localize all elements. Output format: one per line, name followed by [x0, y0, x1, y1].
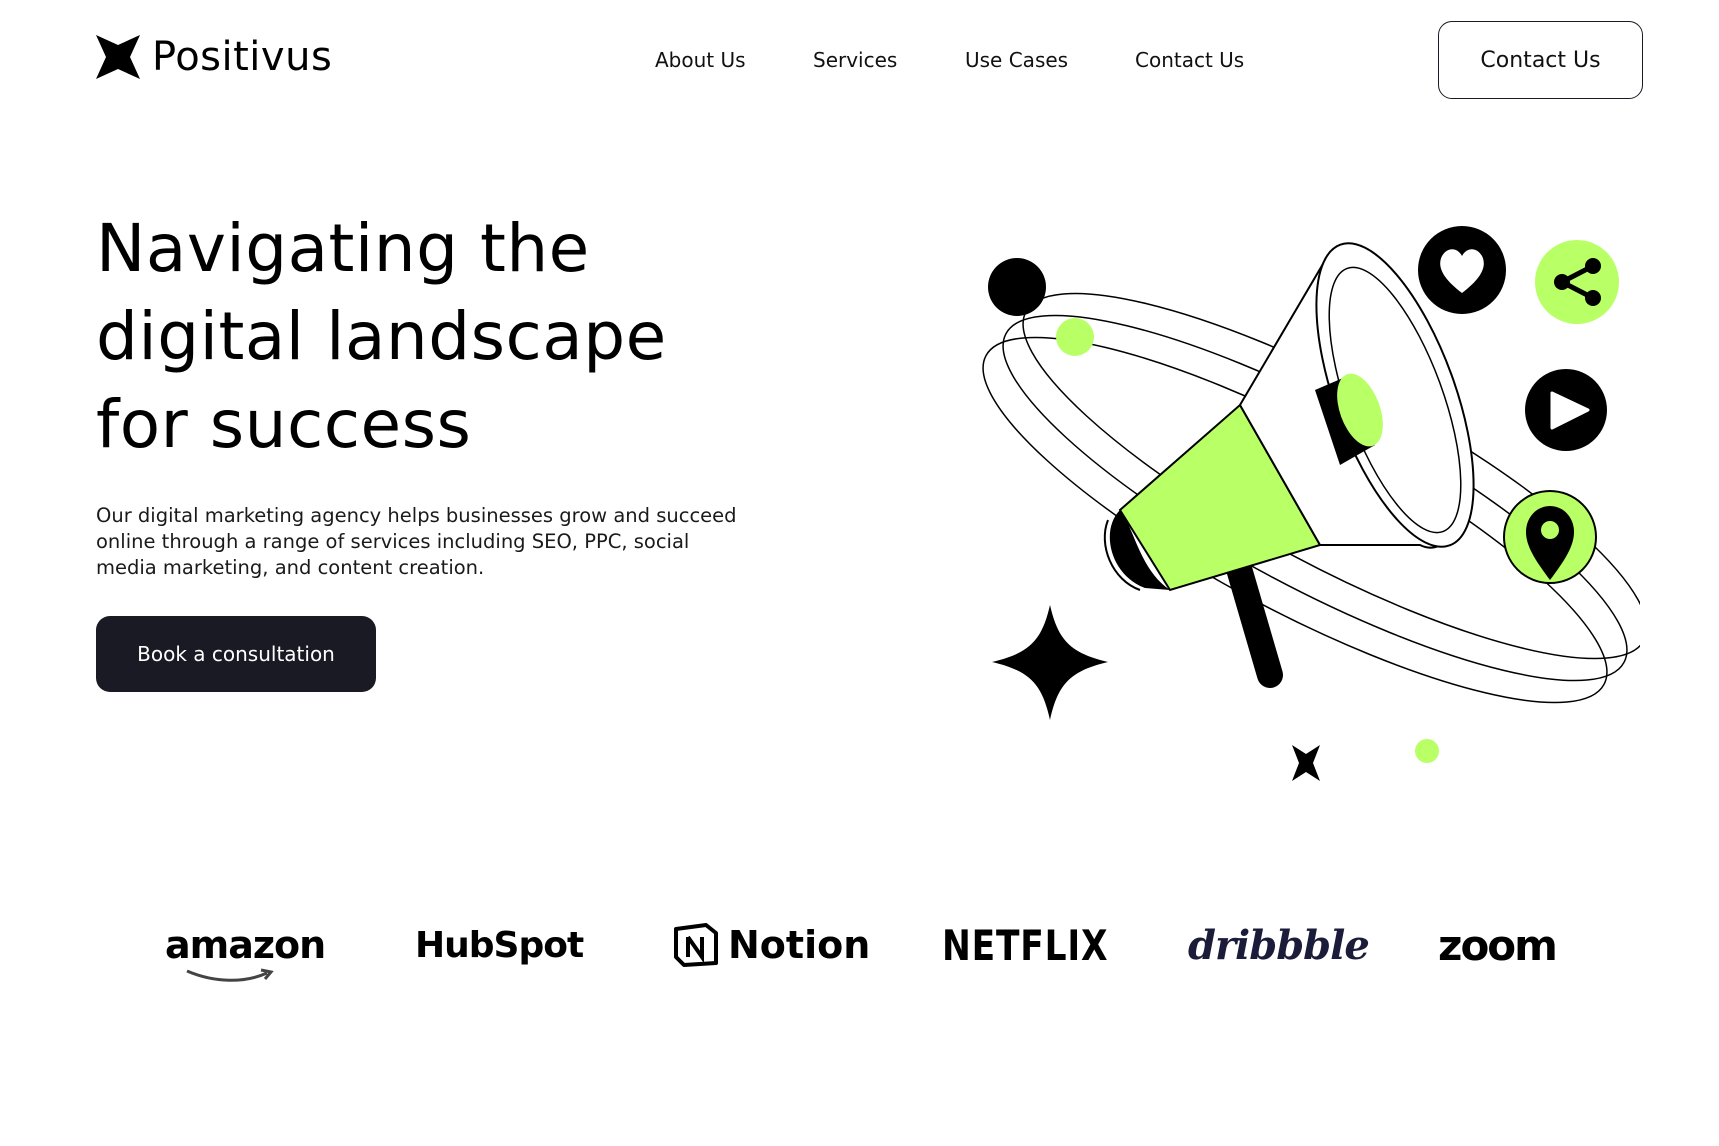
green-dot [1056, 318, 1094, 356]
small-star-icon [1292, 745, 1320, 781]
nav-use-cases[interactable]: Use Cases [965, 48, 1068, 72]
nav-services[interactable]: Services [813, 48, 897, 72]
brand-name: Positivus [152, 34, 333, 80]
zoom-logo-text: zoom [1438, 920, 1558, 970]
logo-notion: Notion [672, 915, 870, 975]
nav-contact-us[interactable]: Contact Us [1135, 48, 1244, 72]
hubspot-logo-text: HubSpot [415, 924, 584, 966]
logo-amazon: amazon [165, 915, 326, 982]
location-pin-icon [1503, 490, 1597, 584]
site-logo[interactable]: Positivus [96, 34, 332, 80]
logo-netflix: NETFLIX [942, 915, 1145, 975]
notion-icon [674, 923, 718, 967]
green-dot-small [1415, 739, 1439, 763]
hero-title-line: for success [96, 386, 472, 463]
hero-illustration [982, 226, 1640, 781]
heart-icon [1418, 226, 1506, 314]
hero-title-line: digital landscape [96, 298, 667, 375]
amazon-logo-text: amazon [165, 923, 326, 967]
hero-description: Our digital marketing agency helps busin… [96, 504, 737, 579]
logo-dribbble: dribbble [1188, 915, 1370, 975]
sparkle-star-icon [992, 605, 1108, 720]
hero-title: Navigating the digital landscape for suc… [96, 205, 776, 469]
dribbble-logo-text: dribbble [1188, 921, 1370, 969]
book-consultation-button[interactable]: Book a consultation [96, 616, 376, 692]
black-dot [988, 258, 1046, 316]
hero-title-line: Navigating the [96, 210, 590, 287]
notion-logo-text: Notion [728, 923, 871, 967]
logo-zoom: zoom [1438, 915, 1558, 975]
play-icon [1525, 369, 1607, 451]
logo-star-icon [96, 35, 140, 79]
amazon-smile-icon [186, 968, 274, 982]
logo-hubspot: HubSpot [415, 915, 584, 975]
netflix-logo-text: NETFLIX [942, 920, 1109, 970]
nav-about-us[interactable]: About Us [655, 48, 746, 72]
contact-us-button[interactable]: Contact Us [1438, 21, 1643, 99]
share-icon [1535, 240, 1619, 324]
